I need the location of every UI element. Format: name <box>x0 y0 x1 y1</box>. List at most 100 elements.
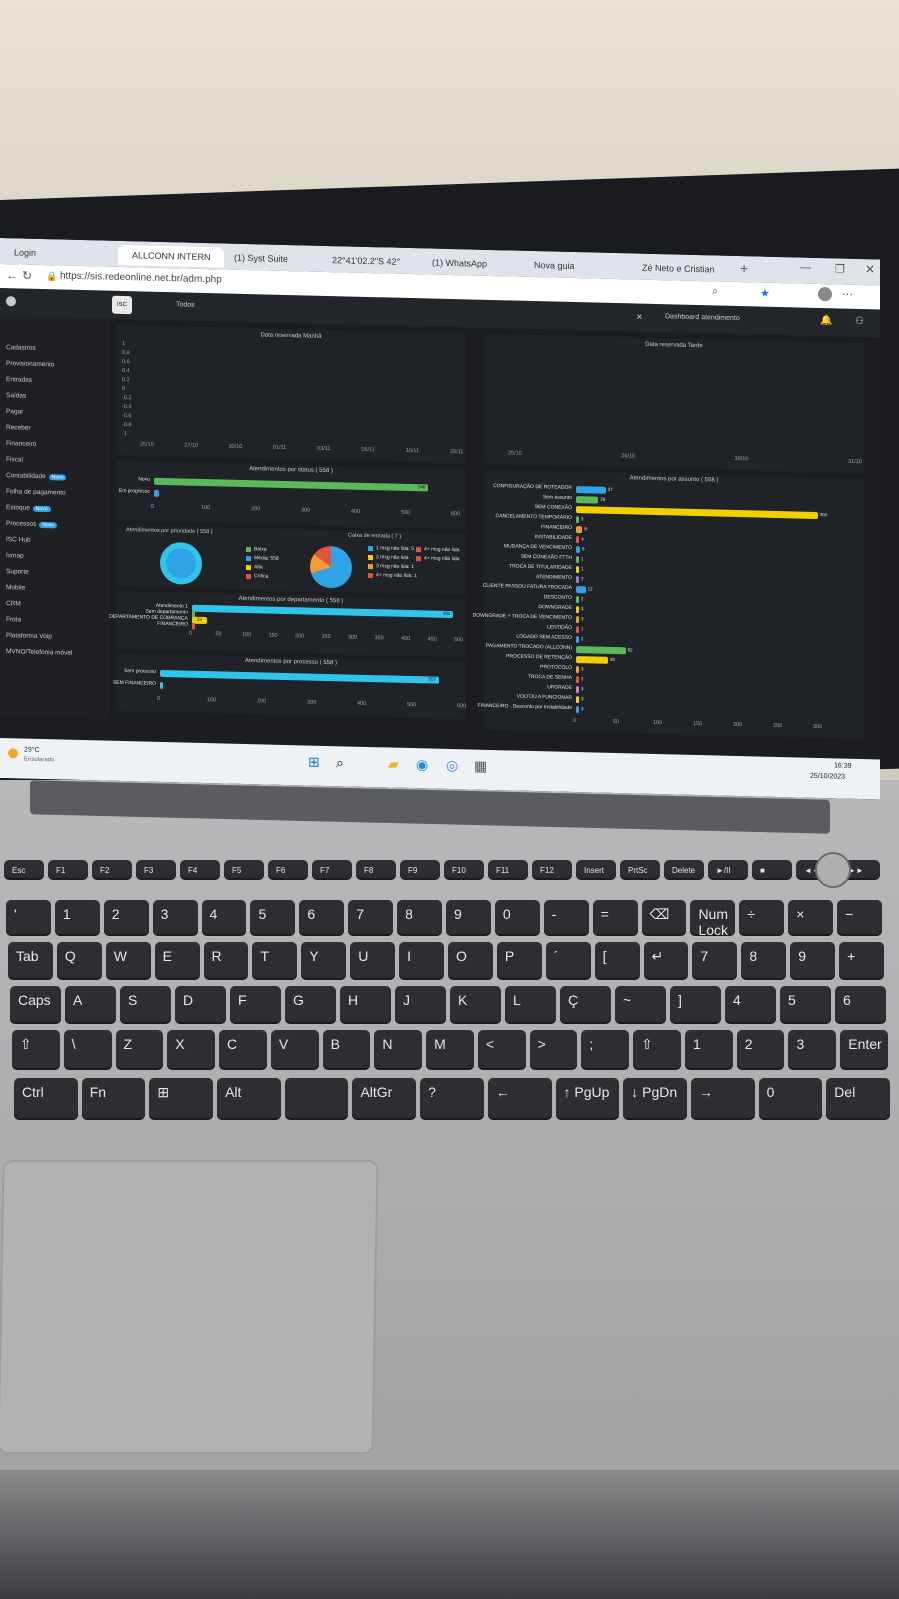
keyboard-key[interactable]: Enter <box>840 1030 888 1068</box>
sidebar-item[interactable]: MVNO/Telefonia móvel <box>6 648 72 657</box>
edge-icon[interactable]: ◉ <box>416 756 428 773</box>
sidebar-item[interactable]: CRM <box>6 600 21 607</box>
sidebar-item[interactable]: Pagar <box>6 408 23 415</box>
sidebar-item[interactable]: Mobile <box>6 584 25 591</box>
sidebar-item[interactable]: Estoque Novo <box>6 504 51 513</box>
keyboard-key[interactable]: F5 <box>224 860 264 878</box>
dashboard-select[interactable]: Dashboard atendimento <box>665 313 740 322</box>
keyboard-key[interactable]: ⇧ <box>12 1030 60 1068</box>
bell-icon[interactable]: 🔔 <box>820 315 832 326</box>
keyboard-key[interactable]: PrtSc <box>620 860 660 878</box>
tab-whatsapp[interactable]: (1) WhatsApp <box>418 252 522 275</box>
keyboard-key[interactable]: > <box>529 1030 578 1068</box>
keyboard-key[interactable]: = <box>592 900 638 934</box>
keyboard-key[interactable]: J <box>395 986 446 1022</box>
keyboard-key[interactable]: F4 <box>180 860 220 878</box>
keyboard-key[interactable]: ⌫ <box>641 900 687 934</box>
keyboard-key[interactable]: F3 <box>136 860 176 878</box>
keyboard-key[interactable]: 3 <box>152 900 198 934</box>
keyboard-key[interactable]: ⊞ <box>149 1078 214 1118</box>
keyboard-key[interactable]: ⇧ <box>633 1030 681 1068</box>
keyboard-key[interactable]: 5 <box>780 986 831 1022</box>
clock-time[interactable]: 16:39 <box>834 762 852 769</box>
power-button[interactable] <box>815 852 851 888</box>
keyboard-key[interactable]: ~ <box>615 986 666 1022</box>
user-icon[interactable] <box>6 296 16 307</box>
keyboard-key[interactable]: ↑ PgUp <box>555 1078 620 1118</box>
keyboard-key[interactable]: Fn <box>81 1078 146 1118</box>
keyboard-key[interactable]: × <box>788 900 834 934</box>
keyboard-key[interactable]: ■ <box>752 860 792 878</box>
close-filter-icon[interactable]: ✕ <box>636 313 643 322</box>
keyboard-key[interactable]: 8 <box>397 900 442 934</box>
keyboard-key[interactable]: Tab <box>8 942 53 978</box>
sidebar-item[interactable]: ISC Hub <box>6 536 31 544</box>
keyboard-key[interactable]: → <box>690 1078 755 1118</box>
keyboard-key[interactable]: P <box>496 942 542 978</box>
keyboard-key[interactable]: F10 <box>444 860 484 878</box>
keyboard-key[interactable]: M <box>426 1030 474 1068</box>
keyboard-key[interactable]: 1 <box>684 1030 733 1068</box>
sidebar-item[interactable]: Saídas <box>6 392 26 399</box>
keyboard-key[interactable]: S <box>120 986 171 1022</box>
keyboard-key[interactable]: Z <box>115 1030 164 1068</box>
keyboard-key[interactable]: I <box>399 942 444 978</box>
keyboard-key[interactable]: 0 <box>758 1078 823 1118</box>
url-input[interactable]: https://sis.redeonline.net.br/adm.php <box>60 270 222 285</box>
sidebar-item[interactable]: Suporte <box>6 568 29 576</box>
keyboard-key[interactable]: 4 <box>201 900 247 934</box>
keyboard-key[interactable]: A <box>65 986 116 1022</box>
keyboard-key[interactable]: U <box>350 942 396 978</box>
keyboard-key[interactable]: Num Lock <box>690 900 736 938</box>
keyboard-key[interactable]: F7 <box>312 860 352 878</box>
sidebar-item[interactable]: Ixmap <box>6 552 24 559</box>
sidebar-item[interactable]: Entradas <box>6 376 32 384</box>
sidebar-item[interactable]: Provisionamento <box>6 360 54 368</box>
search-taskbar-icon[interactable]: ⌕ <box>336 754 344 771</box>
star-icon[interactable]: ★ <box>760 287 770 300</box>
sidebar-item[interactable]: Folha de pagamento <box>6 488 66 496</box>
keyboard-key[interactable]: 0 <box>494 900 540 934</box>
keyboard-key[interactable]: X <box>167 1030 216 1068</box>
weather-temp[interactable]: 29°C <box>24 747 40 754</box>
windows-start-icon[interactable]: ⊞ <box>308 754 320 771</box>
keyboard-key[interactable]: 6 <box>299 900 345 934</box>
keyboard-key[interactable]: ►/II <box>708 860 748 878</box>
keyboard-key[interactable]: F1 <box>48 860 88 878</box>
keyboard-key[interactable]: [ <box>594 942 640 978</box>
keyboard-key[interactable]: T <box>252 942 298 978</box>
filter-select[interactable]: Todos <box>176 301 195 308</box>
keyboard-key[interactable]: 9 <box>446 900 491 934</box>
reload-icon[interactable]: ↻ <box>22 269 32 283</box>
keyboard-key[interactable]: 8 <box>741 942 787 978</box>
keyboard-key[interactable]: − <box>837 900 882 934</box>
keyboard-key[interactable]: Ç <box>560 986 611 1022</box>
keyboard-key[interactable]: < <box>477 1030 526 1068</box>
maximize-icon[interactable]: ❐ <box>835 262 845 275</box>
keyboard-key[interactable]: ´ <box>545 942 591 978</box>
keyboard-key[interactable]: ' <box>6 900 51 934</box>
sidebar-item[interactable]: Financeiro <box>6 440 36 448</box>
keyboard-key[interactable]: N <box>374 1030 423 1068</box>
sidebar-item[interactable]: Cadastros <box>6 344 36 352</box>
keyboard-key[interactable]: F11 <box>488 860 528 878</box>
keyboard-key[interactable]: Delete <box>664 860 704 878</box>
keyboard-key[interactable]: C <box>219 1030 267 1068</box>
keyboard-key[interactable]: ] <box>670 986 721 1022</box>
keyboard-key[interactable]: Ctrl <box>14 1078 78 1118</box>
keyboard-key[interactable]: 2 <box>736 1030 785 1068</box>
keyboard-key[interactable]: 1 <box>54 900 100 934</box>
keyboard-key[interactable]: ← <box>487 1078 552 1118</box>
keyboard-key[interactable]: Insert <box>576 860 616 878</box>
close-window-icon[interactable]: ✕ <box>865 262 875 276</box>
keyboard-key[interactable]: Q <box>56 942 102 978</box>
keyboard-key[interactable]: F12 <box>532 860 572 878</box>
keyboard-key[interactable]: 9 <box>790 942 836 978</box>
file-explorer-icon[interactable]: ▰ <box>388 755 399 772</box>
keyboard-key[interactable]: V <box>270 1030 319 1068</box>
keyboard-key[interactable]: D <box>175 986 226 1022</box>
new-tab-icon[interactable]: + <box>740 260 748 276</box>
keyboard-key[interactable]: + <box>839 942 884 978</box>
tab-login[interactable]: Login <box>0 242 114 265</box>
tab-syst-suite[interactable]: (1) Syst Suite <box>220 247 314 269</box>
